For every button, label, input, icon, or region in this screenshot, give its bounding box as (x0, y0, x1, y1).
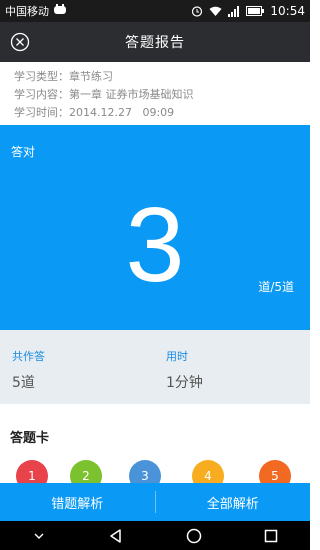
score-panel: 答对 3 道/5道 (0, 125, 310, 330)
answer-card-title: 答题卡 (10, 431, 50, 446)
study-time-value: 2014.12.27 09:09 (69, 106, 175, 119)
clock-time: 10:54 (270, 4, 305, 18)
wrong-analysis-button[interactable]: 错题解析 (0, 483, 155, 521)
total-questions: 道/5道 (258, 280, 294, 294)
answered-value: 5道 (12, 375, 35, 391)
alarm-icon (191, 5, 203, 17)
correct-label: 答对 (11, 145, 36, 159)
back-button[interactable] (96, 521, 136, 550)
notification-icon (53, 4, 67, 18)
study-content-value: 第一章 证券市场基础知识 (69, 88, 194, 101)
home-circle-icon (186, 528, 201, 543)
status-bar: 中国移动 10:54 (0, 0, 310, 22)
title-bar: 答题报告 (0, 22, 310, 62)
page-title: 答题报告 (125, 35, 185, 51)
back-triangle-icon (110, 528, 121, 543)
close-button[interactable] (9, 31, 31, 53)
study-content-label: 学习内容： (14, 88, 69, 101)
battery-icon (246, 6, 265, 16)
wifi-icon (209, 6, 222, 17)
study-info: 学习类型：章节练习 学习内容：第一章 证券市场基础知识 学习时间：2014.12… (0, 62, 310, 122)
chevron-down-icon (34, 533, 44, 539)
study-type-label: 学习类型： (14, 70, 69, 83)
duration-value: 1分钟 (166, 375, 203, 391)
close-icon (10, 32, 30, 52)
stats-panel: 共作答 5道 用时 1分钟 (0, 330, 310, 404)
answered-label: 共作答 (12, 350, 45, 363)
home-button[interactable] (174, 521, 214, 550)
all-analysis-button[interactable]: 全部解析 (156, 483, 311, 521)
recents-square-icon (265, 529, 278, 542)
hide-keyboard-button[interactable] (19, 521, 59, 550)
study-type-value: 章节练习 (69, 70, 113, 83)
system-nav-bar (0, 521, 310, 550)
study-type-row: 学习类型：章节练习 (14, 68, 310, 86)
study-time-label: 学习时间： (14, 106, 69, 119)
study-content-row: 学习内容：第一章 证券市场基础知识 (14, 86, 310, 104)
duration-label: 用时 (166, 350, 188, 363)
signal-icon (228, 5, 240, 17)
recents-button[interactable] (251, 521, 291, 550)
duration-stat: 用时 1分钟 (166, 348, 203, 392)
answered-stat: 共作答 5道 (12, 348, 45, 392)
action-bar: 错题解析 全部解析 (0, 483, 310, 521)
carrier-name: 中国移动 (5, 5, 49, 18)
study-time-row: 学习时间：2014.12.27 09:09 (14, 104, 310, 122)
